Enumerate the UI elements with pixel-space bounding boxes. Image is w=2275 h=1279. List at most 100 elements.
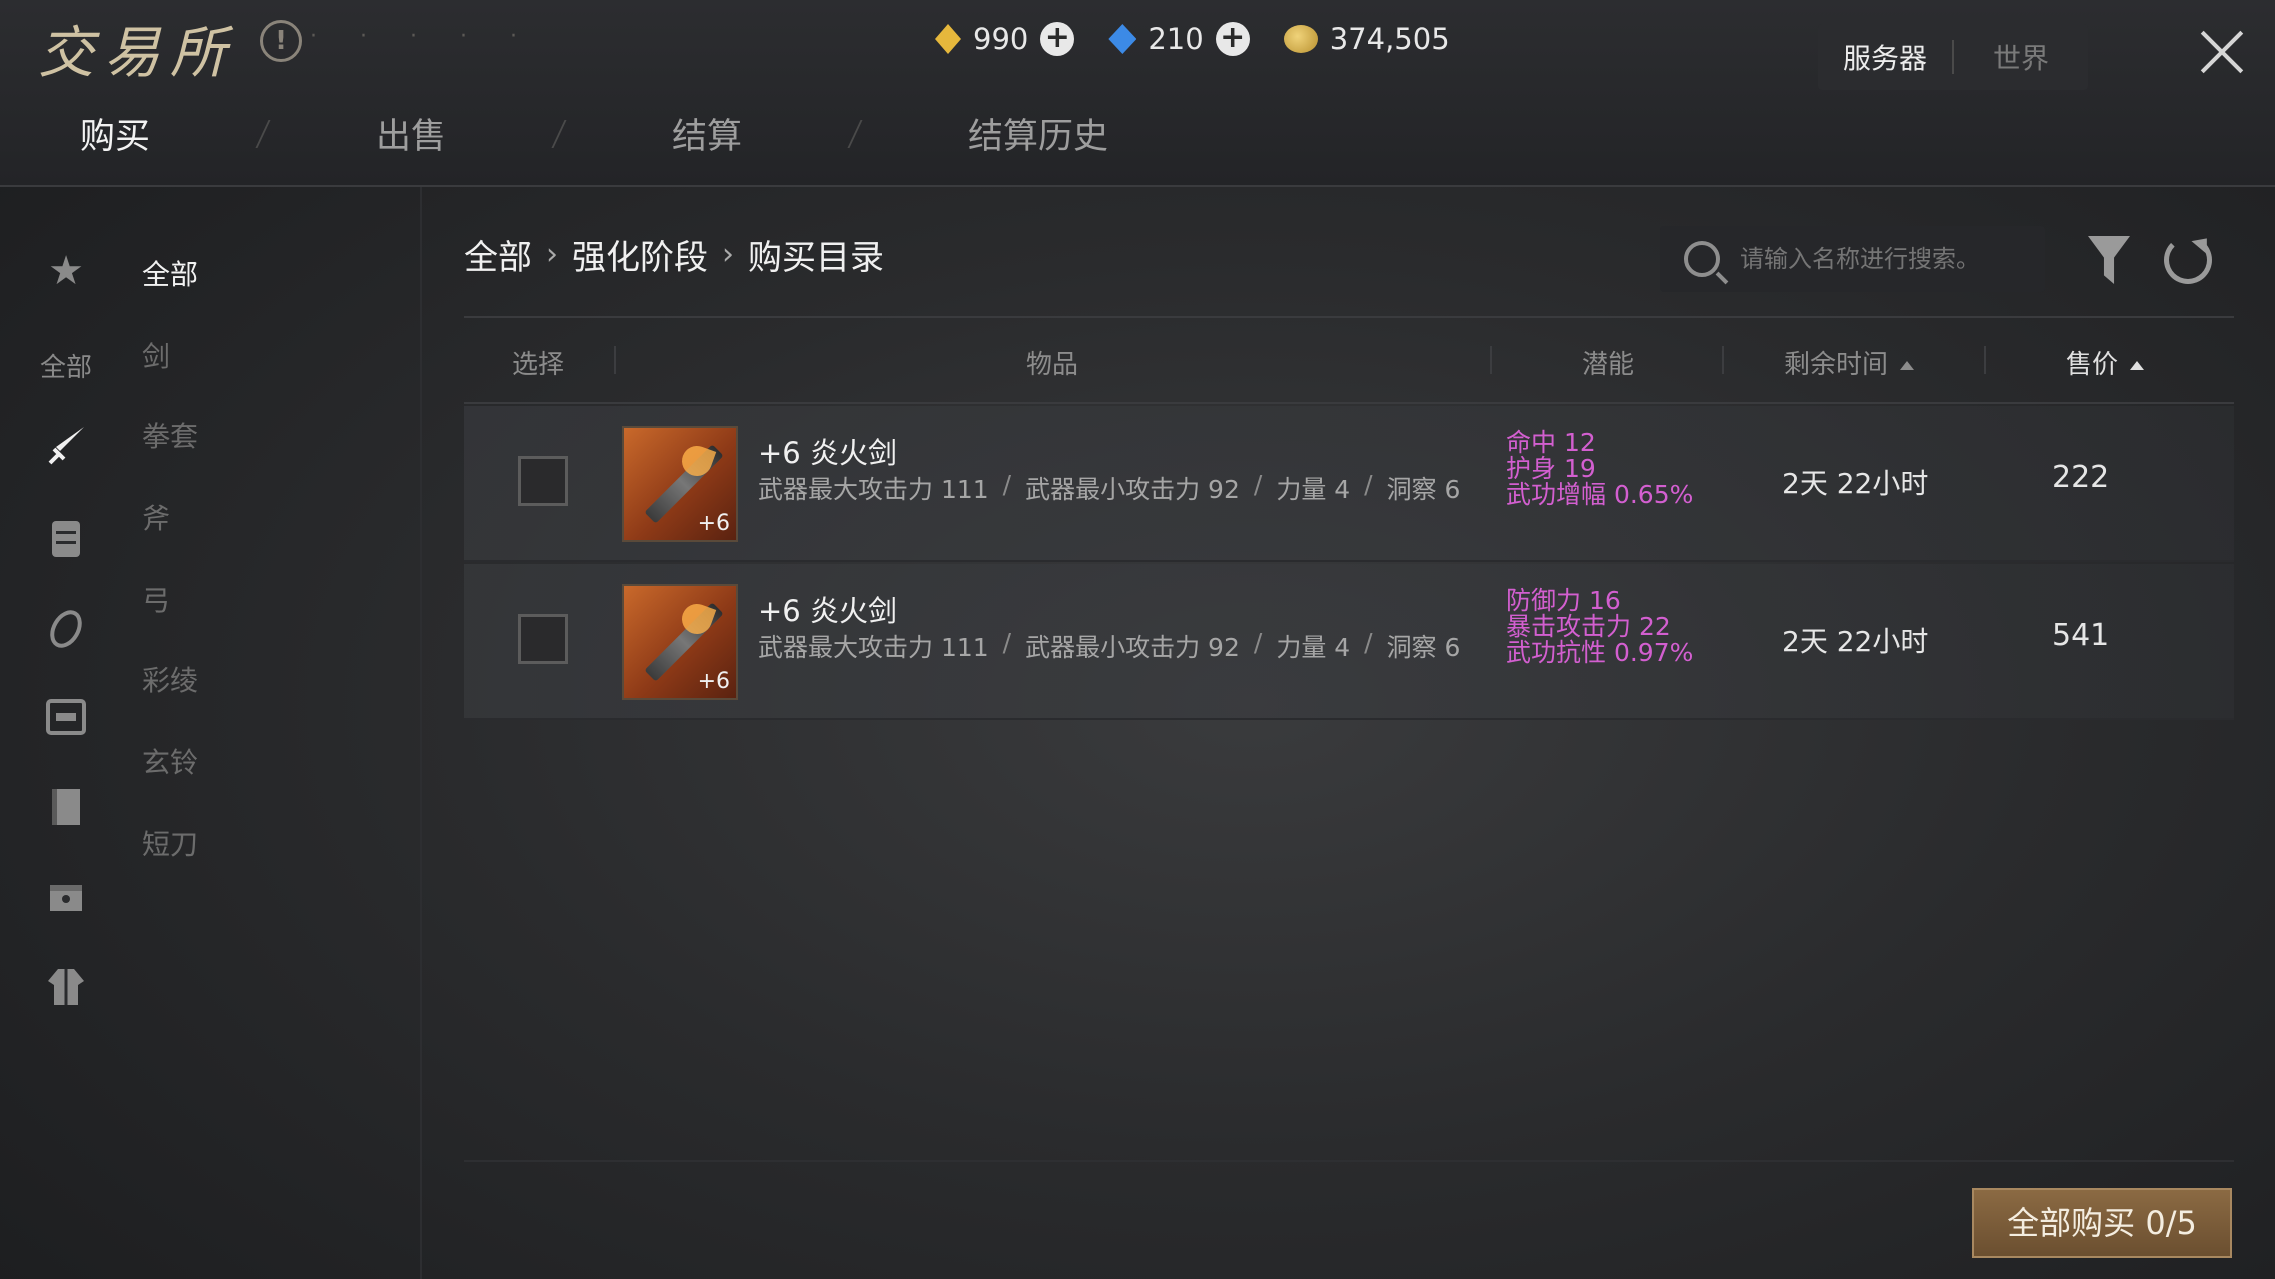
tab-settlement-history[interactable]: 结算历史 bbox=[968, 108, 1108, 159]
stat-divider: / bbox=[1253, 628, 1263, 657]
stat-divider: / bbox=[1002, 470, 1012, 499]
header-divider bbox=[1984, 346, 1986, 374]
item-stat: 力量 4 bbox=[1276, 633, 1351, 662]
stat-divider: / bbox=[1002, 628, 1012, 657]
potential-line: 武功抗性 0.97% bbox=[1506, 638, 1694, 667]
faint-note: · · · · · bbox=[310, 24, 535, 49]
tab-divider bbox=[255, 119, 271, 148]
currency-blue: 210 + bbox=[1108, 22, 1250, 56]
refresh-icon[interactable] bbox=[2164, 236, 2212, 284]
search-input[interactable] bbox=[1738, 244, 2042, 274]
listing-table: 选择 物品 潜能 剩余时间 售价 +6 +6 炎火剑 武器最大攻击力 111 /… bbox=[464, 316, 2234, 720]
header-time-left-label: 剩余时间 bbox=[1784, 350, 1889, 380]
time-left: 2天 22小时 bbox=[1782, 625, 1929, 658]
item-potential: 命中 12 护身 19 武功增幅 0.65% bbox=[1506, 430, 1693, 508]
item-stat: 武器最小攻击力 92 bbox=[1025, 475, 1240, 504]
item-name: +6 炎火剑 bbox=[758, 594, 897, 628]
ring-icon[interactable] bbox=[44, 605, 88, 649]
stat-divider: / bbox=[1253, 470, 1263, 499]
item-price: 541 bbox=[2052, 618, 2110, 653]
category-list: 全部 剑 拳套 斧 弓 彩绫 玄铃 短刀 bbox=[120, 187, 422, 1279]
currency-coin-value: 374,505 bbox=[1329, 22, 1450, 56]
robe-icon[interactable] bbox=[44, 965, 88, 1009]
scope-toggle: 服务器 世界 bbox=[1818, 24, 2088, 90]
potential-line: 护身 19 bbox=[1506, 454, 1596, 483]
item-stat: 武器最大攻击力 111 bbox=[758, 633, 989, 662]
currency-gold-value: 990 bbox=[973, 22, 1029, 56]
category-item-all[interactable]: 全部 bbox=[142, 253, 198, 293]
row-select-checkbox[interactable] bbox=[518, 456, 568, 506]
item-price: 222 bbox=[2052, 460, 2110, 495]
header-select: 选择 bbox=[512, 350, 565, 380]
header-time-left[interactable]: 剩余时间 bbox=[1784, 344, 1915, 381]
category-item-gauntlet[interactable]: 拳套 bbox=[142, 415, 198, 455]
armor-icon[interactable] bbox=[44, 517, 88, 561]
tab-settlement[interactable]: 结算 bbox=[672, 108, 742, 159]
potential-line: 防御力 16 bbox=[1506, 586, 1621, 615]
header-price-label: 售价 bbox=[2066, 350, 2119, 380]
icon-label-all: 全部 bbox=[40, 353, 93, 383]
tab-buy[interactable]: 购买 bbox=[80, 108, 150, 159]
category-item-bow[interactable]: 弓 bbox=[142, 579, 170, 619]
row-select-checkbox[interactable] bbox=[518, 614, 568, 664]
currency-bar: 990 + 210 + 374,505 bbox=[935, 22, 1468, 56]
item-stat: 洞察 6 bbox=[1386, 475, 1461, 504]
item-stat: 武器最大攻击力 111 bbox=[758, 475, 989, 504]
breadcrumb-item: 购买目录 bbox=[748, 238, 884, 278]
header-divider bbox=[1490, 346, 1492, 374]
enhance-badge: +6 bbox=[697, 669, 730, 694]
item-thumbnail[interactable]: +6 bbox=[622, 426, 738, 542]
item-thumbnail[interactable]: +6 bbox=[622, 584, 738, 700]
table-row[interactable]: +6 +6 炎火剑 武器最大攻击力 111 / 武器最小攻击力 92 / 力量 … bbox=[464, 406, 2234, 562]
potential-line: 命中 12 bbox=[1506, 428, 1596, 457]
breadcrumb-item[interactable]: 强化阶段 bbox=[572, 230, 708, 279]
chevron-right-icon: › bbox=[722, 237, 734, 272]
search-box bbox=[1660, 226, 2045, 292]
coin-icon bbox=[1283, 25, 1318, 53]
currency-gold: 990 + bbox=[935, 22, 1075, 56]
scope-server-button[interactable]: 服务器 bbox=[1818, 37, 1952, 77]
blue-gem-icon bbox=[1108, 24, 1137, 54]
category-item-axe[interactable]: 斧 bbox=[142, 497, 170, 537]
item-stat: 武器最小攻击力 92 bbox=[1025, 633, 1240, 662]
chest-icon[interactable] bbox=[44, 695, 88, 739]
search-icon bbox=[1684, 241, 1720, 277]
buy-all-button[interactable]: 全部购买 0/5 bbox=[1972, 1188, 2232, 1258]
tab-sell[interactable]: 出售 bbox=[376, 108, 446, 159]
tab-divider bbox=[551, 119, 567, 148]
gold-gem-icon bbox=[935, 24, 961, 54]
header-price[interactable]: 售价 bbox=[2066, 344, 2145, 381]
filter-icon[interactable] bbox=[2088, 236, 2130, 284]
stat-divider: / bbox=[1364, 628, 1373, 657]
item-name: +6 炎火剑 bbox=[758, 436, 897, 470]
category-item-bell[interactable]: 玄铃 bbox=[142, 741, 198, 781]
category-item-sword[interactable]: 剑 bbox=[142, 335, 170, 375]
table-row[interactable]: +6 +6 炎火剑 武器最大攻击力 111 / 武器最小攻击力 92 / 力量 … bbox=[464, 564, 2234, 720]
category-item-ribbon[interactable]: 彩绫 bbox=[142, 659, 198, 699]
page-title: 交易所 bbox=[38, 21, 236, 86]
sword-icon[interactable] bbox=[44, 425, 88, 469]
box-icon[interactable] bbox=[44, 875, 88, 919]
add-blue-button[interactable]: + bbox=[1215, 22, 1250, 56]
book-icon[interactable] bbox=[44, 785, 88, 829]
add-gold-button[interactable]: + bbox=[1040, 22, 1075, 56]
stat-divider: / bbox=[1364, 470, 1373, 499]
header-item: 物品 bbox=[1026, 350, 1079, 380]
breadcrumb-item[interactable]: 全部 bbox=[464, 230, 532, 279]
enhance-badge: +6 bbox=[697, 511, 730, 536]
item-potential: 防御力 16 暴击攻击力 22 武功抗性 0.97% bbox=[1506, 588, 1693, 666]
sort-ascending-icon bbox=[1900, 361, 1915, 370]
sort-ascending-icon bbox=[2130, 361, 2145, 370]
category-item-dagger[interactable]: 短刀 bbox=[142, 823, 198, 863]
close-icon[interactable] bbox=[2198, 28, 2246, 76]
currency-coin: 374,505 bbox=[1283, 22, 1450, 56]
category-icon-bar: ★ 全部 bbox=[0, 187, 118, 1279]
scope-world-button[interactable]: 世界 bbox=[1954, 37, 2088, 77]
potential-line: 暴击攻击力 22 bbox=[1506, 612, 1671, 641]
item-stat: 力量 4 bbox=[1276, 475, 1351, 504]
info-icon[interactable]: ! bbox=[260, 20, 302, 62]
star-icon[interactable]: ★ bbox=[44, 249, 88, 293]
table-header: 选择 物品 潜能 剩余时间 售价 bbox=[464, 316, 2234, 404]
top-bar: 交易所 ! · · · · · 990 + 210 + 374,505 服务器 … bbox=[0, 0, 2275, 187]
footer-divider bbox=[464, 1160, 2234, 1162]
